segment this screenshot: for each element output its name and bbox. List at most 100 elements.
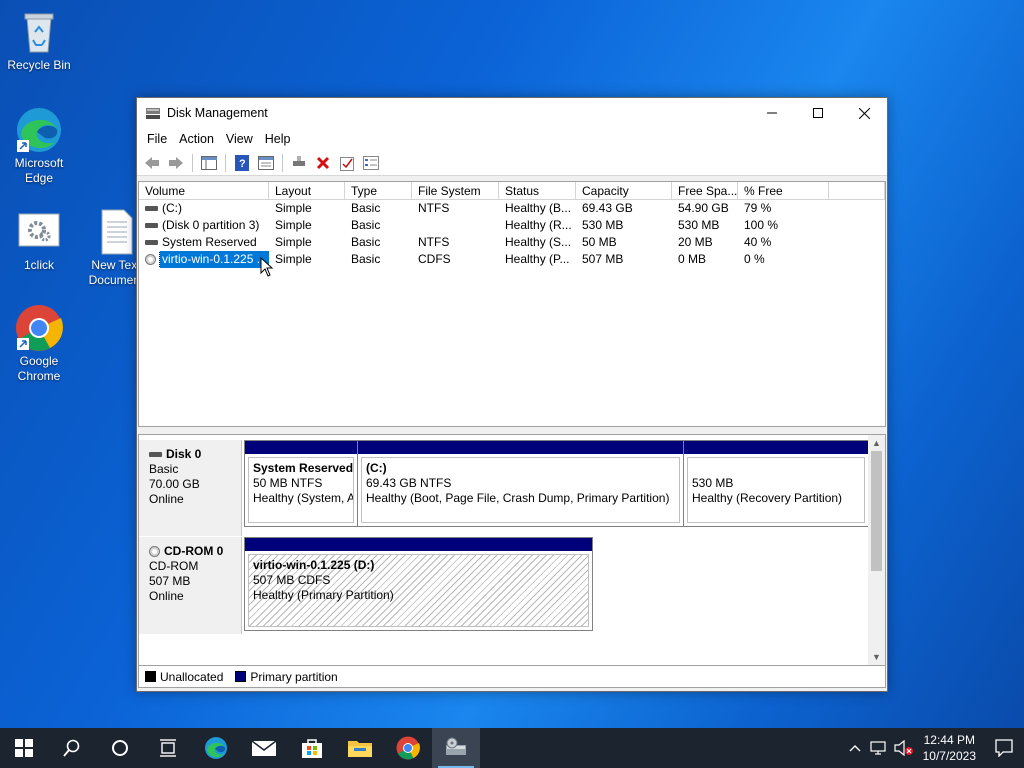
task-view-icon: [160, 739, 176, 757]
recycle-bin-icon: [15, 8, 63, 56]
taskbar-chrome[interactable]: [384, 728, 432, 768]
table-row[interactable]: (C:) Simple Basic NTFS Healthy (B... 69.…: [139, 200, 885, 217]
drive-icon: [145, 206, 158, 211]
vertical-scrollbar[interactable]: ▲ ▼: [868, 435, 885, 665]
partition-system-reserved[interactable]: System Reserved 50 MB NTFS Healthy (Syst…: [244, 440, 358, 527]
show-hide-console-tree-button[interactable]: [198, 152, 220, 174]
volume-layout: Simple: [275, 235, 312, 249]
desktop-icon-recycle-bin[interactable]: Recycle Bin: [1, 8, 77, 73]
list-settings-icon: [363, 155, 379, 170]
speaker-muted-icon: [894, 740, 913, 756]
disk-management-window: Disk Management File Action View Help ? …: [136, 97, 888, 692]
partition-recovery[interactable]: 530 MB Healthy (Recovery Partition): [683, 440, 869, 527]
column-header-free-space[interactable]: Free Spa...: [672, 182, 738, 199]
mail-envelope-icon: [252, 740, 276, 756]
taskbar-edge[interactable]: [192, 728, 240, 768]
disk-kind: Basic: [149, 462, 179, 476]
partition-virtio-win-d[interactable]: virtio-win-0.1.225 (D:) 507 MB CDFS Heal…: [244, 537, 593, 631]
volume-file-system: NTFS: [418, 201, 450, 215]
toolbar-separator: [192, 153, 193, 172]
minimize-button[interactable]: [749, 98, 795, 128]
scrollbar-thumb[interactable]: [871, 451, 882, 571]
column-header-layout[interactable]: Layout: [269, 182, 345, 199]
column-header-status[interactable]: Status: [499, 182, 576, 199]
forward-button[interactable]: [165, 152, 187, 174]
partition-c[interactable]: (C:) 69.43 GB NTFS Healthy (Boot, Page F…: [357, 440, 684, 527]
table-row[interactable]: System Reserved Simple Basic NTFS Health…: [139, 234, 885, 251]
column-header-empty: [829, 182, 885, 199]
volume-layout: Simple: [275, 201, 312, 215]
menu-action[interactable]: Action: [173, 132, 220, 146]
volume-button[interactable]: [891, 728, 917, 768]
disk-row-disk-0[interactable]: Disk 0 Basic 70.00 GB Online System Rese…: [139, 440, 869, 536]
volume-percent-free: 79 %: [744, 201, 772, 215]
scroll-up-icon[interactable]: ▲: [868, 435, 885, 451]
column-header-type[interactable]: Type: [345, 182, 412, 199]
column-header-percent-free[interactable]: % Free: [738, 182, 829, 199]
taskbar-mail[interactable]: [240, 728, 288, 768]
partition-title: (C:): [366, 461, 387, 475]
disk-state: Online: [149, 589, 184, 603]
maximize-button[interactable]: [795, 98, 841, 128]
store-bag-icon: [302, 739, 322, 758]
partition-size: 530 MB: [692, 476, 734, 490]
network-icon: [870, 741, 886, 755]
column-header-volume[interactable]: Volume: [139, 182, 269, 199]
desktop-icon-1click[interactable]: 1click: [1, 208, 77, 273]
help-button[interactable]: ?: [231, 152, 253, 174]
search-icon: [63, 739, 80, 757]
table-row[interactable]: (Disk 0 partition 3) Simple Basic Health…: [139, 217, 885, 234]
menu-help[interactable]: Help: [259, 132, 297, 146]
taskbar-file-explorer[interactable]: [336, 728, 384, 768]
delete-button[interactable]: [312, 152, 334, 174]
clock[interactable]: 12:44 PM 10/7/2023: [923, 732, 976, 764]
column-header-capacity[interactable]: Capacity: [576, 182, 672, 199]
network-button[interactable]: [867, 728, 891, 768]
back-button[interactable]: [141, 152, 163, 174]
partition-status: Healthy (Boot, Page File, Crash Dump, Pr…: [366, 491, 670, 505]
show-hidden-icons-button[interactable]: [843, 728, 867, 768]
disk-management-icon: [446, 737, 466, 755]
volume-capacity: 507 MB: [582, 252, 624, 266]
title-bar[interactable]: Disk Management: [137, 98, 887, 128]
partition-bar: [245, 441, 357, 454]
volume-layout: Simple: [275, 252, 312, 266]
column-header-file-system[interactable]: File System: [412, 182, 499, 199]
volume-percent-free: 100 %: [744, 218, 779, 232]
task-view-button[interactable]: [144, 728, 192, 768]
volume-capacity: 530 MB: [582, 218, 624, 232]
volume-layout: Simple: [275, 218, 312, 232]
taskbar-store[interactable]: [288, 728, 336, 768]
start-button[interactable]: [0, 728, 48, 768]
search-button[interactable]: [48, 728, 96, 768]
volume-status: Healthy (P...: [505, 252, 570, 266]
system-tray: 12:44 PM 10/7/2023: [843, 728, 1024, 768]
menu-file[interactable]: File: [141, 132, 173, 146]
desktop-icon-microsoft-edge[interactable]: Microsoft Edge: [1, 106, 77, 186]
volume-free-space: 20 MB: [678, 235, 713, 249]
settings-list-button[interactable]: [360, 152, 382, 174]
volume-status: Healthy (R...: [505, 218, 572, 232]
menu-view[interactable]: View: [220, 132, 259, 146]
desktop-icon-google-chrome[interactable]: Google Chrome: [1, 304, 77, 384]
properties-button[interactable]: [255, 152, 277, 174]
partition-bar: [358, 441, 683, 454]
legend-swatch-primary: [235, 671, 247, 682]
disk-state: Online: [149, 492, 184, 506]
volume-name: (C:): [162, 201, 182, 215]
desktop-icon-label: Google Chrome: [17, 354, 61, 383]
disk-label: Disk 0 Basic 70.00 GB Online: [139, 440, 242, 536]
scroll-down-icon[interactable]: ▼: [868, 649, 885, 665]
action-center-button[interactable]: [984, 728, 1024, 768]
legend-swatch-unallocated: [145, 671, 156, 682]
checklist-button[interactable]: [336, 152, 358, 174]
taskbar-disk-management[interactable]: [432, 728, 480, 768]
disk-row-cd-rom-0[interactable]: CD-ROM 0 CD-ROM 507 MB Online virtio-win…: [139, 537, 869, 634]
cortana-button[interactable]: [96, 728, 144, 768]
cd-drive-icon: [145, 254, 156, 265]
table-row-selected[interactable]: virtio-win-0.1.225 ... Simple Basic CDFS…: [139, 251, 885, 268]
connect-drive-button[interactable]: [288, 152, 310, 174]
close-button[interactable]: [841, 98, 887, 128]
disk-size: 507 MB: [149, 574, 191, 588]
folder-icon: [348, 741, 372, 757]
